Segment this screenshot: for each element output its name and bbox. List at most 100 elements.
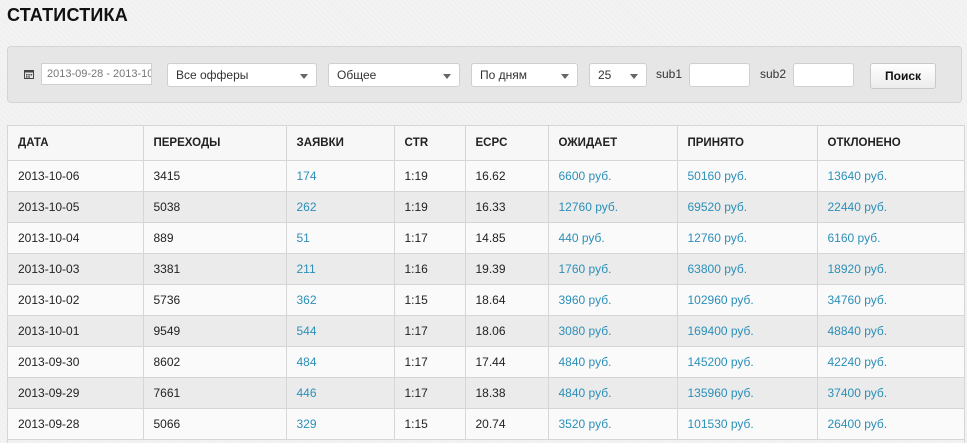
date-cell: 2013-10-02 bbox=[8, 284, 144, 316]
pending-link[interactable]: 12760 руб. bbox=[548, 191, 678, 223]
chevron-down-icon bbox=[443, 74, 451, 79]
table-row: 2013-09-30 8602 484 1:17 17.44 4840 руб. 14520… bbox=[8, 346, 964, 378]
column-header-leads[interactable]: ЗАЯВКИ bbox=[286, 126, 395, 161]
offers-select[interactable]: Все офферы bbox=[167, 63, 317, 87]
leads-link[interactable]: 362 bbox=[286, 284, 395, 316]
approved-link[interactable]: 169400 руб. bbox=[677, 315, 818, 347]
per-page-select-value: 25 bbox=[598, 68, 612, 82]
sub2-input[interactable] bbox=[793, 63, 854, 87]
pending-link[interactable]: 3080 руб. bbox=[548, 315, 678, 347]
ecpc-cell: 17.44 bbox=[465, 346, 549, 378]
clicks-cell: 889 bbox=[143, 222, 287, 254]
table-row: 2013-10-02 5736 362 1:15 18.64 3960 руб. 10296… bbox=[8, 284, 964, 316]
calendar-icon bbox=[24, 70, 34, 79]
clicks-cell: 9549 bbox=[143, 315, 287, 347]
approved-link[interactable]: 50160 руб. bbox=[677, 160, 818, 192]
pending-link[interactable]: 4840 руб. bbox=[548, 377, 678, 409]
column-header-ctr[interactable]: CTR bbox=[394, 126, 466, 161]
pending-link[interactable]: 6600 руб. bbox=[548, 160, 678, 192]
ecpc-cell: 20.74 bbox=[465, 408, 549, 440]
ecpc-cell: 14.85 bbox=[465, 222, 549, 254]
ctr-cell: 1:17 bbox=[394, 377, 466, 409]
sub1-input[interactable] bbox=[689, 63, 750, 87]
leads-link[interactable]: 446 bbox=[286, 377, 395, 409]
leads-link[interactable]: 484 bbox=[286, 346, 395, 378]
rejected-link[interactable]: 48840 руб. bbox=[817, 315, 964, 347]
table-row: 2013-10-05 5038 262 1:19 16.33 12760 руб. 6952… bbox=[8, 191, 964, 223]
stats-table: ДАТА ПЕРЕХОДЫ ЗАЯВКИ CTR ECPC ОЖИДАЕТ ПР… bbox=[8, 126, 964, 440]
column-header-approved[interactable]: ПРИНЯТО bbox=[677, 126, 818, 161]
ecpc-cell: 18.64 bbox=[465, 284, 549, 316]
sub1-label: sub1 bbox=[656, 67, 683, 81]
date-cell: 2013-09-30 bbox=[8, 346, 144, 378]
rejected-link[interactable]: 6160 руб. bbox=[817, 222, 964, 254]
ctr-cell: 1:16 bbox=[394, 253, 466, 285]
ctr-cell: 1:15 bbox=[394, 408, 466, 440]
rejected-link[interactable]: 22440 руб. bbox=[817, 191, 964, 223]
approved-link[interactable]: 102960 руб. bbox=[677, 284, 818, 316]
grouping-select[interactable]: По дням bbox=[471, 63, 578, 87]
chevron-down-icon bbox=[300, 74, 308, 79]
leads-link[interactable]: 262 bbox=[286, 191, 395, 223]
table-header-row: ДАТА ПЕРЕХОДЫ ЗАЯВКИ CTR ECPC ОЖИДАЕТ ПР… bbox=[8, 126, 964, 161]
approved-link[interactable]: 63800 руб. bbox=[677, 253, 818, 285]
column-header-pending[interactable]: ОЖИДАЕТ bbox=[548, 126, 678, 161]
table-row: 2013-09-28 5066 329 1:15 20.74 3520 руб. 10153… bbox=[8, 408, 964, 440]
stats-table-container: ДАТА ПЕРЕХОДЫ ЗАЯВКИ CTR ECPC ОЖИДАЕТ ПР… bbox=[7, 125, 965, 443]
date-range-input[interactable]: 2013-09-28 - 2013-10-06 bbox=[41, 63, 152, 85]
approved-link[interactable]: 135960 руб. bbox=[677, 377, 818, 409]
filter-bar: 2013-09-28 - 2013-10-06 Все офферы Общее… bbox=[7, 46, 962, 103]
offers-select-value: Все офферы bbox=[176, 68, 249, 82]
pending-link[interactable]: 1760 руб. bbox=[548, 253, 678, 285]
rejected-link[interactable]: 37400 руб. bbox=[817, 377, 964, 409]
table-body: 2013-10-06 3415 174 1:19 16.62 6600 руб. 50160… bbox=[8, 160, 964, 440]
table-row: 2013-10-06 3415 174 1:19 16.62 6600 руб. 50160… bbox=[8, 160, 964, 192]
approved-link[interactable]: 145200 руб. bbox=[677, 346, 818, 378]
table-row: 2013-10-04 889 51 1:17 14.85 440 руб. 12760 ру… bbox=[8, 222, 964, 254]
rejected-link[interactable]: 34760 руб. bbox=[817, 284, 964, 316]
sub2-label: sub2 bbox=[760, 67, 787, 81]
pending-link[interactable]: 3520 руб. bbox=[548, 408, 678, 440]
table-row: 2013-09-29 7661 446 1:17 18.38 4840 руб. 13596… bbox=[8, 377, 964, 409]
page-title: СТАТИСТИКА bbox=[7, 5, 128, 25]
pending-link[interactable]: 4840 руб. bbox=[548, 346, 678, 378]
ctr-cell: 1:19 bbox=[394, 160, 466, 192]
date-cell: 2013-10-04 bbox=[8, 222, 144, 254]
mode-select[interactable]: Общее bbox=[328, 63, 460, 87]
column-header-ecpc[interactable]: ECPC bbox=[465, 126, 549, 161]
approved-link[interactable]: 69520 руб. bbox=[677, 191, 818, 223]
leads-link[interactable]: 51 bbox=[286, 222, 395, 254]
clicks-cell: 5736 bbox=[143, 284, 287, 316]
approved-link[interactable]: 101530 руб. bbox=[677, 408, 818, 440]
leads-link[interactable]: 174 bbox=[286, 160, 395, 192]
date-cell: 2013-10-01 bbox=[8, 315, 144, 347]
pending-link[interactable]: 440 руб. bbox=[548, 222, 678, 254]
rejected-link[interactable]: 18920 руб. bbox=[817, 253, 964, 285]
per-page-select[interactable]: 25 bbox=[589, 63, 647, 87]
grouping-select-value: По дням bbox=[480, 68, 528, 82]
column-header-date[interactable]: ДАТА bbox=[8, 126, 144, 161]
date-cell: 2013-09-28 bbox=[8, 408, 144, 440]
ecpc-cell: 19.39 bbox=[465, 253, 549, 285]
pending-link[interactable]: 3960 руб. bbox=[548, 284, 678, 316]
date-cell: 2013-09-29 bbox=[8, 377, 144, 409]
ctr-cell: 1:17 bbox=[394, 346, 466, 378]
approved-link[interactable]: 12760 руб. bbox=[677, 222, 818, 254]
leads-link[interactable]: 329 bbox=[286, 408, 395, 440]
table-row: 2013-10-03 3381 211 1:16 19.39 1760 руб. 63800… bbox=[8, 253, 964, 285]
rejected-link[interactable]: 13640 руб. bbox=[817, 160, 964, 192]
ctr-cell: 1:17 bbox=[394, 315, 466, 347]
column-header-rejected[interactable]: ОТКЛОНЕНО bbox=[817, 126, 964, 161]
column-header-clicks[interactable]: ПЕРЕХОДЫ bbox=[143, 126, 287, 161]
ctr-cell: 1:17 bbox=[394, 222, 466, 254]
date-cell: 2013-10-06 bbox=[8, 160, 144, 192]
leads-link[interactable]: 211 bbox=[286, 253, 395, 285]
chevron-down-icon bbox=[561, 74, 569, 79]
rejected-link[interactable]: 42240 руб. bbox=[817, 346, 964, 378]
date-cell: 2013-10-03 bbox=[8, 253, 144, 285]
leads-link[interactable]: 544 bbox=[286, 315, 395, 347]
search-button[interactable]: Поиск bbox=[870, 63, 936, 89]
mode-select-value: Общее bbox=[337, 68, 377, 82]
clicks-cell: 5038 bbox=[143, 191, 287, 223]
rejected-link[interactable]: 26400 руб. bbox=[817, 408, 964, 440]
